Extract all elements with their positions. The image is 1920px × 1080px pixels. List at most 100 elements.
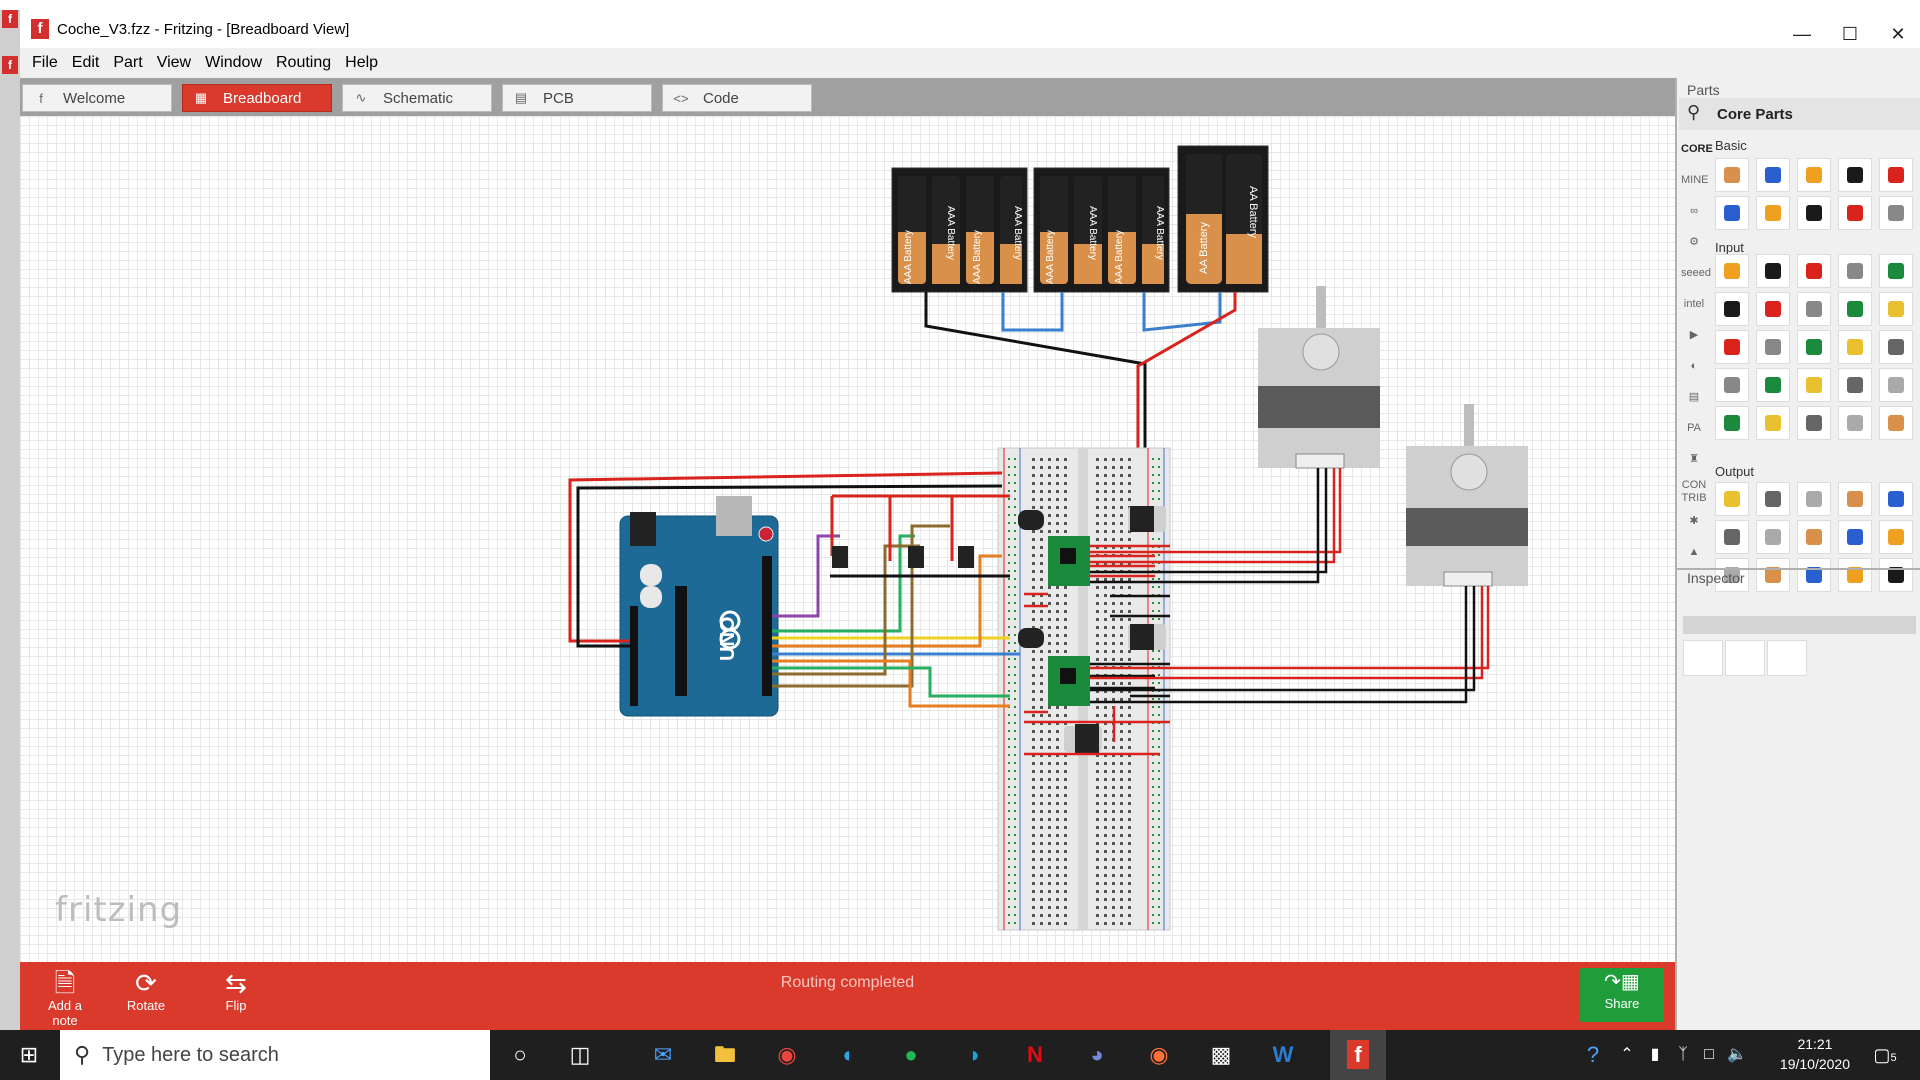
part-tile[interactable] xyxy=(1797,330,1831,364)
stepper-driver-2[interactable] xyxy=(1048,656,1090,706)
part-tile[interactable] xyxy=(1756,558,1790,592)
windows-start-icon[interactable]: ⊞ xyxy=(14,1040,44,1070)
bin-seeed[interactable]: seeed xyxy=(1681,258,1711,289)
chrome-icon[interactable]: ◉ xyxy=(772,1040,802,1070)
part-tile[interactable] xyxy=(1838,558,1872,592)
menu-file[interactable]: File xyxy=(32,54,58,72)
part-tile[interactable] xyxy=(1879,482,1913,516)
part-tile[interactable] xyxy=(1715,196,1749,230)
part-tile[interactable] xyxy=(1879,254,1913,288)
switch[interactable] xyxy=(832,546,848,568)
volume-icon[interactable]: 🔈 xyxy=(1722,1040,1752,1070)
battery-pack-aaa-2[interactable]: AAA Battery AAA Battery AAA Battery AAA … xyxy=(1033,167,1170,293)
word-icon[interactable]: W xyxy=(1268,1040,1298,1070)
cortana-icon[interactable]: ○ xyxy=(505,1040,535,1070)
share-button[interactable]: ↷▦ Share xyxy=(1580,968,1664,1022)
bin-sparkfun[interactable]: ◐ xyxy=(1681,351,1707,382)
part-tile[interactable] xyxy=(1756,330,1790,364)
minimize-icon[interactable]: — xyxy=(1782,20,1822,48)
part-tile[interactable] xyxy=(1756,482,1790,516)
menu-edit[interactable]: Edit xyxy=(72,54,100,72)
tab-pcb[interactable]: ▤ PCB xyxy=(502,84,652,112)
file-explorer-icon[interactable]: 🖿 xyxy=(710,1040,740,1070)
bin-contrib[interactable]: CON TRIB xyxy=(1681,475,1707,506)
part-tile[interactable] xyxy=(1838,158,1872,192)
bin-arduino[interactable]: ∞ xyxy=(1681,196,1707,227)
battery-pack-aa[interactable]: AA Battery AA Battery xyxy=(1177,145,1269,293)
fritzing-taskbar-icon[interactable]: f xyxy=(1330,1030,1386,1080)
part-tile[interactable] xyxy=(1879,196,1913,230)
cortana-app-icon[interactable]: ◑ xyxy=(958,1040,988,1070)
part-tile[interactable] xyxy=(1797,292,1831,326)
menu-part[interactable]: Part xyxy=(113,54,142,72)
part-tile[interactable] xyxy=(1715,254,1749,288)
menu-view[interactable]: View xyxy=(157,54,191,72)
switch[interactable] xyxy=(908,546,924,568)
bin-temp[interactable]: ✱ xyxy=(1681,506,1707,537)
tab-code[interactable]: <> Code xyxy=(662,84,812,112)
bin-snootlab[interactable]: ▤ xyxy=(1681,382,1707,413)
part-tile[interactable] xyxy=(1797,368,1831,402)
tab-breadboard[interactable]: ▦ Breadboard xyxy=(182,84,332,112)
part-tile[interactable] xyxy=(1879,292,1913,326)
part-tile[interactable] xyxy=(1756,196,1790,230)
network-icon[interactable]: □ xyxy=(1694,1040,1724,1070)
close-icon[interactable]: ✕ xyxy=(1878,20,1918,48)
voltage-regulator[interactable] xyxy=(1128,624,1166,650)
stepper-motor-2[interactable] xyxy=(1406,404,1528,587)
part-tile[interactable] xyxy=(1797,406,1831,440)
taskbar-search[interactable]: ⚲ Type here to search xyxy=(60,1030,490,1080)
part-tile[interactable] xyxy=(1756,406,1790,440)
tab-schematic[interactable]: ∿ Schematic xyxy=(342,84,492,112)
part-tile[interactable] xyxy=(1715,368,1749,402)
battery-pack-aaa-1[interactable]: AAA Battery AAA Battery AAA Battery AAA … xyxy=(891,167,1028,293)
arduino-uno[interactable]: UNO xyxy=(619,496,779,717)
part-tile[interactable] xyxy=(1879,158,1913,192)
part-tile[interactable] xyxy=(1797,254,1831,288)
help-icon[interactable]: ? xyxy=(1578,1040,1608,1070)
bin-mine[interactable]: MINE xyxy=(1681,165,1709,196)
menu-routing[interactable]: Routing xyxy=(276,54,331,72)
voltage-regulator[interactable] xyxy=(1128,506,1166,532)
netflix-icon[interactable]: N xyxy=(1020,1040,1050,1070)
part-tile[interactable] xyxy=(1756,368,1790,402)
part-tile[interactable] xyxy=(1879,368,1913,402)
part-tile[interactable] xyxy=(1756,520,1790,554)
search-icon[interactable]: ⚲ xyxy=(1687,102,1700,123)
part-tile[interactable] xyxy=(1879,520,1913,554)
firefox-icon[interactable]: ◉ xyxy=(1144,1040,1174,1070)
part-tile[interactable] xyxy=(1756,158,1790,192)
mail-icon[interactable]: ✉ xyxy=(648,1040,678,1070)
part-tile[interactable] xyxy=(1797,558,1831,592)
edge-icon[interactable]: ◐ xyxy=(834,1040,864,1070)
task-view-icon[interactable]: ◫ xyxy=(565,1040,595,1070)
part-tile[interactable] xyxy=(1838,196,1872,230)
chevron-up-icon[interactable]: ⌃ xyxy=(1612,1040,1642,1070)
capacitor[interactable] xyxy=(1018,628,1044,648)
part-tile[interactable] xyxy=(1838,406,1872,440)
part-tile[interactable] xyxy=(1715,482,1749,516)
bin-intel[interactable]: intel xyxy=(1681,289,1707,320)
part-tile[interactable] xyxy=(1715,520,1749,554)
discord-icon[interactable]: ◕ xyxy=(1082,1040,1112,1070)
part-tile[interactable] xyxy=(1797,158,1831,192)
bin-play[interactable]: ▶ xyxy=(1681,320,1707,351)
stepper-driver-1[interactable] xyxy=(1048,536,1090,586)
bin-tools[interactable]: ⚙ xyxy=(1681,227,1707,258)
bin-core[interactable]: CORE xyxy=(1681,134,1713,165)
menu-window[interactable]: Window xyxy=(205,54,262,72)
part-tile[interactable] xyxy=(1879,406,1913,440)
part-tile[interactable] xyxy=(1879,330,1913,364)
battery-icon[interactable]: ▮ xyxy=(1640,1040,1670,1070)
notifications-icon[interactable]: ▢5 xyxy=(1870,1040,1900,1070)
part-tile[interactable] xyxy=(1879,558,1913,592)
part-tile[interactable] xyxy=(1838,330,1872,364)
part-tile[interactable] xyxy=(1838,254,1872,288)
part-tile[interactable] xyxy=(1756,292,1790,326)
bin-lab[interactable]: ♜ xyxy=(1681,444,1707,475)
part-tile[interactable] xyxy=(1838,520,1872,554)
stepper-motor-1[interactable] xyxy=(1258,286,1380,469)
voltage-regulator[interactable] xyxy=(1064,724,1102,754)
part-tile[interactable] xyxy=(1715,330,1749,364)
part-tile[interactable] xyxy=(1715,158,1749,192)
